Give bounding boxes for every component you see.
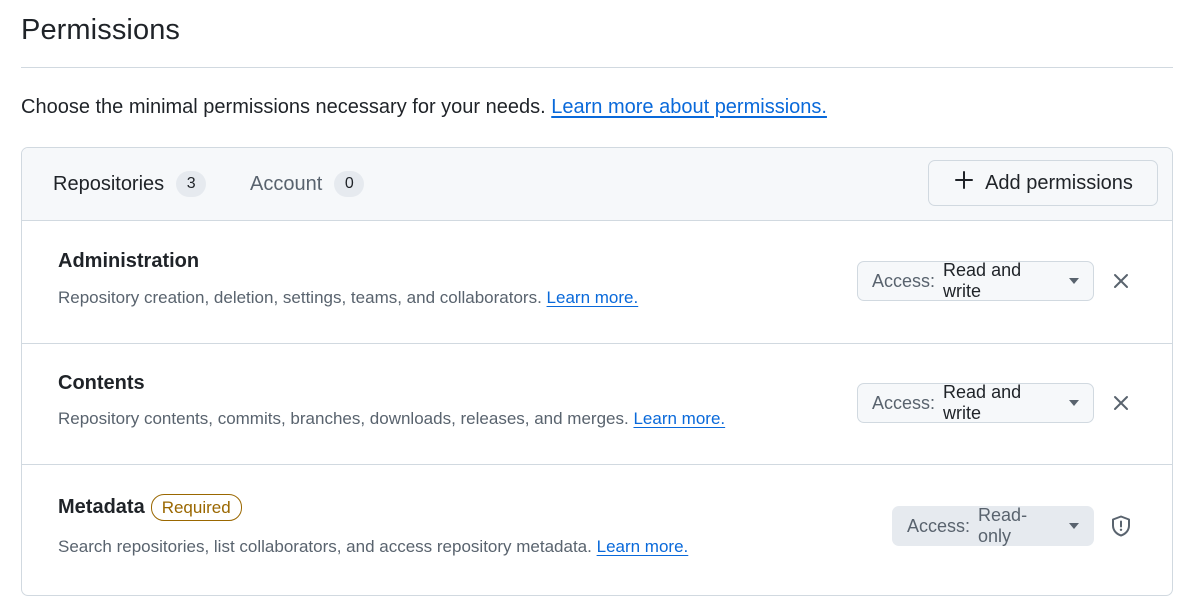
access-dropdown[interactable]: Access: Read and write — [857, 260, 1094, 301]
learn-more-link[interactable]: Learn more. — [547, 288, 639, 307]
remove-permission-button[interactable] — [1108, 390, 1134, 416]
permission-row-administration: Administration Repository creation, dele… — [22, 221, 1172, 344]
title-divider — [21, 67, 1173, 68]
access-dropdown-disabled: Access: Read-only — [892, 505, 1094, 546]
access-dropdown[interactable]: Access: Read and write — [857, 382, 1094, 423]
permission-description: Repository creation, deletion, settings,… — [58, 288, 638, 308]
permission-description: Search repositories, list collaborators,… — [58, 537, 688, 557]
add-permissions-label: Add permissions — [985, 171, 1133, 194]
access-label: Access: — [872, 392, 936, 413]
tab-account-label: Account — [250, 172, 323, 195]
learn-more-link[interactable]: Learn more. — [597, 537, 689, 556]
triangle-down-icon — [1069, 400, 1079, 406]
triangle-down-icon — [1069, 523, 1079, 529]
access-label: Access: — [907, 515, 971, 536]
page-title: Permissions — [21, 14, 181, 46]
access-value: Read-only — [978, 505, 1028, 546]
access-value: Read and write — [943, 260, 1022, 301]
remove-permission-button[interactable] — [1108, 268, 1134, 294]
permission-row-metadata: Metadata Required Search repositories, l… — [22, 465, 1172, 595]
tab-repositories[interactable]: Repositories 3 — [53, 170, 207, 198]
close-icon — [1114, 274, 1128, 288]
permission-name-group: Metadata Required — [58, 494, 242, 521]
learn-more-permissions-link[interactable]: Learn more about permissions. — [551, 96, 827, 118]
tab-account[interactable]: Account 0 — [250, 170, 365, 198]
tab-account-counter: 0 — [334, 171, 365, 197]
learn-more-link[interactable]: Learn more. — [633, 409, 725, 428]
intro-text: Choose the minimal permissions necessary… — [21, 96, 546, 118]
permissions-page: Permissions Choose the minimal permissio… — [0, 0, 1191, 609]
permissions-panel: Repositories 3 Account 0 Add permissions… — [21, 147, 1173, 596]
permission-name: Metadata — [58, 496, 145, 518]
shield-icon — [1108, 513, 1134, 539]
tab-repositories-label: Repositories — [53, 172, 165, 195]
tab-repositories-counter: 3 — [176, 171, 207, 197]
permission-description-text: Repository contents, commits, branches, … — [58, 409, 629, 428]
required-badge: Required — [150, 494, 242, 521]
triangle-down-icon — [1069, 278, 1079, 284]
permission-description: Repository contents, commits, branches, … — [58, 409, 725, 429]
permission-name: Contents — [58, 372, 145, 394]
permission-description-text: Repository creation, deletion, settings,… — [58, 288, 542, 307]
intro-paragraph: Choose the minimal permissions necessary… — [21, 96, 827, 119]
permission-description-text: Search repositories, list collaborators,… — [58, 537, 592, 556]
permission-row-contents: Contents Repository contents, commits, b… — [22, 343, 1172, 465]
add-permissions-button[interactable]: Add permissions — [928, 160, 1158, 206]
access-label: Access: — [872, 270, 936, 291]
plus-icon — [953, 169, 975, 197]
permissions-panel-header: Repositories 3 Account 0 Add permissions — [22, 148, 1172, 221]
permission-name: Administration — [58, 250, 200, 272]
close-icon — [1114, 396, 1128, 410]
access-value: Read and write — [943, 382, 1022, 423]
